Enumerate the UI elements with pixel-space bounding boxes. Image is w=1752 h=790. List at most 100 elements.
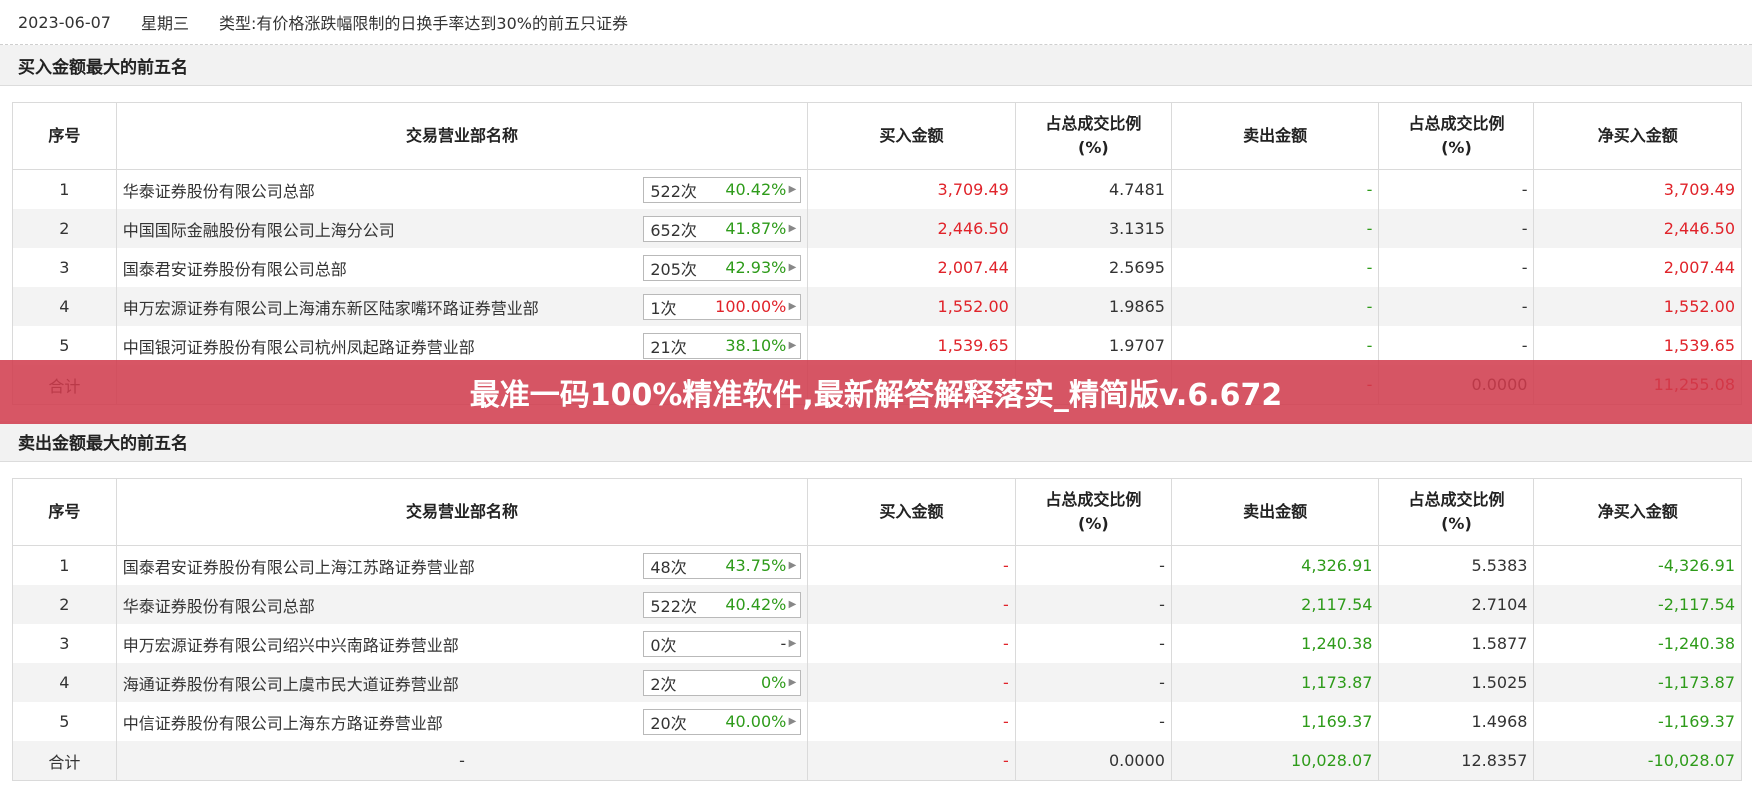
buy-amount: - (807, 545, 1016, 585)
dept-wrapper: 国泰君安证券股份有限公司总部 205次 42.93% ▶ (123, 254, 802, 281)
sell-amount: 4,326.91 (1170, 545, 1380, 585)
chevron-right-icon: ▶ (788, 340, 797, 351)
listing-count: 522次 (650, 181, 697, 201)
total-sell-pct: 12.8357 (1378, 741, 1535, 781)
dept-stats-badge[interactable]: 522次 40.42% ▶ (643, 176, 802, 203)
win-rate: 40.42% (725, 180, 787, 199)
total-row: 合计 - -0.0000 10,028.07 12.8357 -10,028.07 (12, 741, 1742, 781)
dept-stats-badge[interactable]: 205次 42.93% ▶ (643, 254, 802, 281)
total-buy-pct: 0.0000 (1014, 741, 1172, 781)
dept-stats-badge[interactable]: 21次 38.10% ▶ (643, 332, 802, 359)
col-idx: 序号 (12, 102, 117, 170)
dept-name-link[interactable]: 中信证券股份有限公司上海东方路证券营业部 (123, 710, 443, 734)
chevron-right-icon: ▶ (788, 184, 797, 195)
win-rate: 42.93% (725, 258, 787, 277)
dept-cell: 国泰君安证券股份有限公司总部 205次 42.93% ▶ (115, 248, 809, 287)
dept-stats-badge[interactable]: 2次 0% ▶ (643, 669, 802, 696)
sell-pct: - (1378, 209, 1535, 248)
col-buy: 买入金额 (807, 478, 1016, 546)
buy-pct: 1.9865 (1014, 287, 1172, 326)
col-sell: 卖出金额 (1170, 478, 1380, 546)
table-row: 4 海通证券股份有限公司上虞市民大道证券营业部 2次 0% ▶ - -1,173.87 1.5… (12, 663, 1742, 702)
dept-name-link[interactable]: 国泰君安证券股份有限公司上海江苏路证券营业部 (123, 554, 475, 578)
sell-amount: - (1170, 209, 1380, 248)
listing-count: 48次 (650, 557, 687, 577)
dept-name-link[interactable]: 申万宏源证券有限公司上海浦东新区陆家嘴环路证券营业部 (123, 295, 539, 319)
dept-stats-badge[interactable]: 1次 100.00% ▶ (643, 293, 802, 320)
dept-wrapper: 中国银河证券股份有限公司杭州凤起路证券营业部 21次 38.10% ▶ (123, 332, 802, 359)
win-rate: 41.87% (725, 219, 787, 238)
buy-amount: 3,709.49 (807, 169, 1016, 209)
weekday: 星期三 (140, 14, 189, 33)
listing-count: 20次 (650, 713, 687, 733)
net-amount: -1,240.38 (1533, 624, 1742, 663)
listing-count: 1次 (650, 298, 677, 318)
dept-stats-badge[interactable]: 48次 43.75% ▶ (643, 552, 802, 579)
dept-wrapper: 国泰君安证券股份有限公司上海江苏路证券营业部 48次 43.75% ▶ (123, 552, 802, 579)
dept-wrapper: 申万宏源证券有限公司上海浦东新区陆家嘴环路证券营业部 1次 100.00% ▶ (123, 293, 802, 320)
table-row: 4 申万宏源证券有限公司上海浦东新区陆家嘴环路证券营业部 1次 100.00% ▶ 1,5… (12, 287, 1742, 326)
col-buy: 买入金额 (807, 102, 1016, 170)
total-dept: - (115, 741, 809, 781)
dept-name-link[interactable]: 中国国际金融股份有限公司上海分公司 (123, 217, 395, 241)
dept-name-link[interactable]: 海通证券股份有限公司上虞市民大道证券营业部 (123, 671, 459, 695)
total-buy: - (807, 741, 1016, 781)
dept-cell: 华泰证券股份有限公司总部 522次 40.42% ▶ (115, 585, 809, 624)
dept-name-link[interactable]: 华泰证券股份有限公司总部 (123, 178, 315, 202)
buy-amount: - (807, 624, 1016, 663)
dept-wrapper: 华泰证券股份有限公司总部 522次 40.42% ▶ (123, 591, 802, 618)
dept-cell: 海通证券股份有限公司上虞市民大道证券营业部 2次 0% ▶ (115, 663, 809, 702)
dept-stats-badge[interactable]: 522次 40.42% ▶ (643, 591, 802, 618)
buy-amount: 2,007.44 (807, 248, 1016, 287)
col-dept: 交易营业部名称 (115, 102, 809, 170)
dept-name-link[interactable]: 申万宏源证券有限公司绍兴中兴南路证券营业部 (123, 632, 459, 656)
buy-amount: 1,552.00 (807, 287, 1016, 326)
listing-count: 522次 (650, 596, 697, 616)
buy-amount: - (807, 585, 1016, 624)
net-amount: 2,007.44 (1533, 248, 1742, 287)
chevron-right-icon: ▶ (788, 301, 797, 312)
dept-stats-badge[interactable]: 652次 41.87% ▶ (643, 215, 802, 242)
dept-wrapper: 中信证券股份有限公司上海东方路证券营业部 20次 40.00% ▶ (123, 708, 802, 735)
win-rate: 38.10% (725, 336, 787, 355)
listing-count: 21次 (650, 337, 687, 357)
table-row: 2 中国国际金融股份有限公司上海分公司 652次 41.87% ▶ 2,446.50 3.1… (12, 209, 1742, 248)
table-row: 2 华泰证券股份有限公司总部 522次 40.42% ▶ - -2,117.54 2.7104… (12, 585, 1742, 624)
sell-pct: 5.5383 (1378, 545, 1535, 585)
type-label: 类型:有价格涨跌幅限制的日换手率达到30%的前五只证券 (219, 14, 628, 33)
table-row: 3 申万宏源证券有限公司绍兴中兴南路证券营业部 0次 - ▶ - -1,240.38 1.58… (12, 624, 1742, 663)
top-info-bar: 2023-06-07 星期三 类型:有价格涨跌幅限制的日换手率达到30%的前五只… (0, 0, 1752, 45)
table-row: 3 国泰君安证券股份有限公司总部 205次 42.93% ▶ 2,007.44 2.5695… (12, 248, 1742, 287)
dept-name-link[interactable]: 中国银河证券股份有限公司杭州凤起路证券营业部 (123, 334, 475, 358)
col-sell-pct: 占总成交比例 (%) (1378, 478, 1535, 546)
net-amount: -1,169.37 (1533, 702, 1742, 741)
col-idx: 序号 (12, 478, 117, 546)
overlay-banner: 最准一码100%精准软件,最新解答解释落实_精简版v.6.672 (0, 360, 1752, 424)
chevron-right-icon: ▶ (788, 638, 797, 649)
dept-wrapper: 申万宏源证券有限公司绍兴中兴南路证券营业部 0次 - ▶ (123, 630, 802, 657)
table-header-row: 序号 交易营业部名称 买入金额 占总成交比例 (%) 卖出金额 占总成交比例 (%)… (12, 102, 1742, 170)
sell-top5-table: 序号 交易营业部名称 买入金额 占总成交比例 (%) 卖出金额 占总成交比例 (%)… (12, 478, 1742, 781)
dept-cell: 申万宏源证券有限公司上海浦东新区陆家嘴环路证券营业部 1次 100.00% ▶ (115, 287, 809, 326)
dept-name-link[interactable]: 华泰证券股份有限公司总部 (123, 593, 315, 617)
sell-amount: - (1170, 287, 1380, 326)
dept-stats-badge[interactable]: 20次 40.00% ▶ (643, 708, 802, 735)
sell-amount: 2,117.54 (1170, 585, 1380, 624)
col-sell: 卖出金额 (1170, 102, 1380, 170)
row-index: 3 (12, 624, 117, 663)
buy-amount: 2,446.50 (807, 209, 1016, 248)
dept-stats-badge[interactable]: 0次 - ▶ (643, 630, 802, 657)
dept-cell: 华泰证券股份有限公司总部 522次 40.42% ▶ (115, 169, 809, 209)
sell-pct: - (1378, 287, 1535, 326)
table-row: 1 国泰君安证券股份有限公司上海江苏路证券营业部 48次 43.75% ▶ - -4,326… (12, 545, 1742, 585)
dept-wrapper: 华泰证券股份有限公司总部 522次 40.42% ▶ (123, 176, 802, 203)
table-row: 1 华泰证券股份有限公司总部 522次 40.42% ▶ 3,709.49 4.7481- -… (12, 169, 1742, 209)
listing-count: 2次 (650, 674, 677, 694)
col-buy-pct: 占总成交比例 (%) (1014, 102, 1172, 170)
table-header-row: 序号 交易营业部名称 买入金额 占总成交比例 (%) 卖出金额 占总成交比例 (%)… (12, 478, 1742, 546)
dept-cell: 中国国际金融股份有限公司上海分公司 652次 41.87% ▶ (115, 209, 809, 248)
dept-name-link[interactable]: 国泰君安证券股份有限公司总部 (123, 256, 347, 280)
trade-date: 2023-06-07 (18, 12, 111, 32)
buy-pct: - (1014, 624, 1172, 663)
win-rate: 43.75% (725, 556, 787, 575)
